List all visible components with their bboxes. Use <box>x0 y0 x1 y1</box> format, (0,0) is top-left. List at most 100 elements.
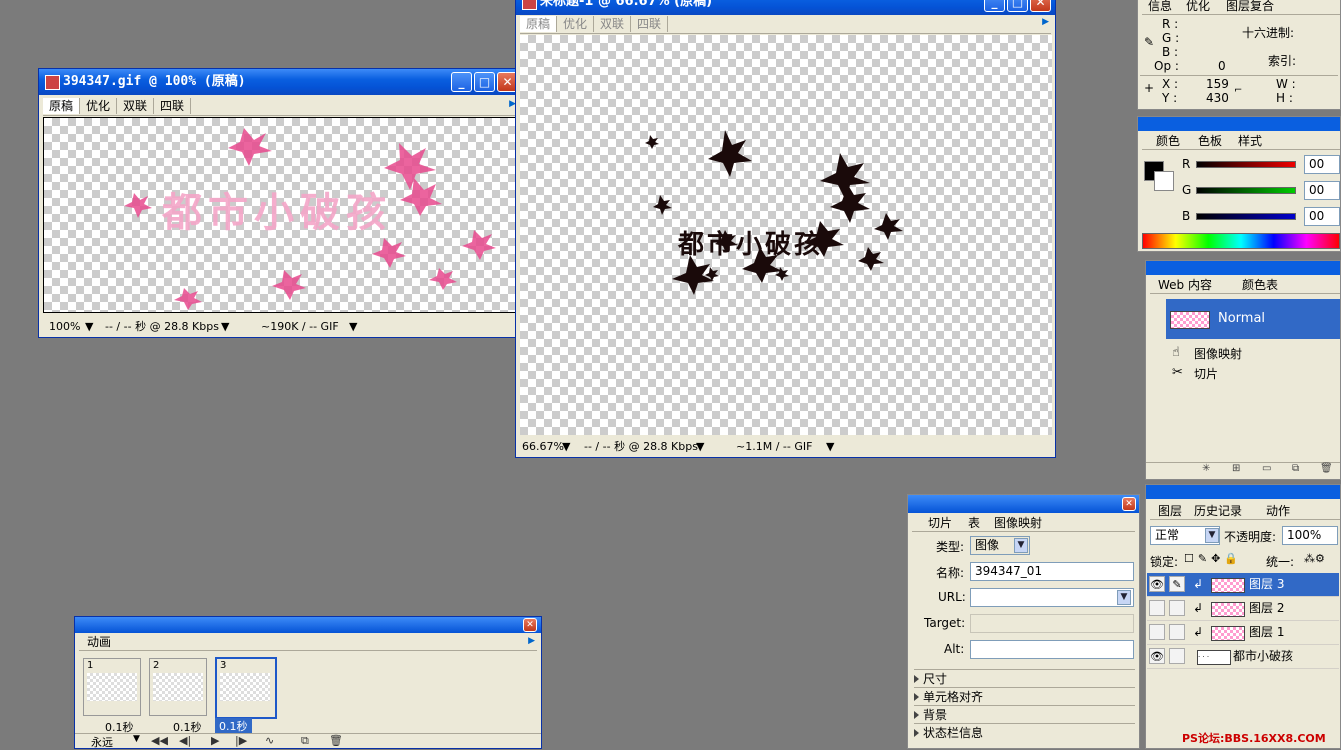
tab-4up[interactable]: 四联 <box>154 98 192 114</box>
visibility-eye-icon[interactable]: 👁 <box>1149 576 1165 592</box>
delete-frame-button[interactable]: 🗑 <box>329 734 343 747</box>
tween-button[interactable]: ∿ <box>265 734 274 747</box>
gif-zoom-value[interactable]: 100% <box>49 318 80 336</box>
new-slice-icon[interactable]: ✳ <box>1202 463 1210 474</box>
tab-4up[interactable]: 四联 <box>631 16 669 32</box>
slice-url-dropdown-icon[interactable]: ▼ <box>1117 590 1131 605</box>
panel-menu-arrow-icon[interactable]: ▶ <box>528 636 535 646</box>
opacity-input[interactable]: 100% <box>1282 526 1338 545</box>
tab-image-map[interactable]: 图像映射 <box>994 516 1042 530</box>
b-slider[interactable] <box>1196 213 1296 220</box>
tab-original[interactable]: 原稿 <box>43 98 81 114</box>
layer-link-toggle[interactable] <box>1169 624 1185 640</box>
animation-panel-close-button[interactable]: ✕ <box>523 618 537 632</box>
slice-alt-input[interactable] <box>970 640 1134 659</box>
slice-item[interactable]: 切片 <box>1194 365 1218 382</box>
prev-frame-button[interactable]: ◀| <box>179 734 191 747</box>
gif-window-titlebar[interactable]: 394347.gif @ 100% (原稿) _ □ ✕ <box>39 69 522 95</box>
tab-animation[interactable]: 动画 <box>87 635 111 649</box>
color-spectrum-bar[interactable] <box>1142 233 1340 249</box>
blend-mode-dropdown-icon[interactable]: ▼ <box>1205 528 1219 543</box>
new-frame-button[interactable]: ⧉ <box>301 734 309 748</box>
play-button[interactable]: ▶ <box>211 734 219 747</box>
visibility-toggle[interactable] <box>1149 624 1165 640</box>
tab-layer-comps[interactable]: 图层复合 <box>1226 0 1274 13</box>
layer-row[interactable]: 👁 · · · 都市小破孩 <box>1147 645 1339 669</box>
close-button[interactable]: ✕ <box>1030 0 1051 12</box>
slice-name-input[interactable]: 394347_01 <box>970 562 1134 581</box>
untitled-zoom-dropdown-icon[interactable]: ▼ <box>562 438 570 456</box>
g-slider[interactable] <box>1196 187 1296 194</box>
tab-swatches[interactable]: 色板 <box>1198 134 1222 148</box>
slice-panel-close-button[interactable]: ✕ <box>1122 497 1136 511</box>
tab-table[interactable]: 表 <box>968 516 980 530</box>
slice-url-input[interactable] <box>970 588 1134 607</box>
maximize-button[interactable]: □ <box>474 72 495 92</box>
slice-type-dropdown-icon[interactable]: ▼ <box>1014 538 1028 553</box>
trash-icon[interactable]: 🗑 <box>1320 463 1333 474</box>
folder-icon[interactable]: ▭ <box>1262 463 1271 474</box>
loop-dropdown-icon[interactable]: ▼ <box>133 734 140 744</box>
first-frame-button[interactable]: ◀◀ <box>151 734 168 747</box>
new-item-icon[interactable]: ⧉ <box>1292 463 1299 474</box>
layer-link-toggle[interactable] <box>1169 600 1185 616</box>
tab-optimized[interactable]: 优化 <box>80 98 118 114</box>
slice-section-background[interactable]: 背景 <box>914 705 1135 723</box>
visibility-eye-icon[interactable]: 👁 <box>1149 648 1165 664</box>
tab-history[interactable]: 历史记录 <box>1194 504 1242 518</box>
animation-frame[interactable]: 2 <box>149 658 207 716</box>
tab-styles[interactable]: 样式 <box>1238 134 1262 148</box>
slice-section-size[interactable]: 尺寸 <box>914 669 1135 687</box>
tab-optimize[interactable]: 优化 <box>1186 0 1210 13</box>
tab-2up[interactable]: 双联 <box>594 16 632 32</box>
layer-link-toggle[interactable] <box>1169 648 1185 664</box>
untitled-canvas[interactable]: 都市小破孩 <box>520 35 1052 435</box>
gif-time-dropdown-icon[interactable]: ▼ <box>221 318 229 336</box>
gif-document-window[interactable]: 394347.gif @ 100% (原稿) _ □ ✕ 原稿 优化 双联 四联… <box>38 68 523 338</box>
tab-layers[interactable]: 图层 <box>1158 504 1182 518</box>
minimize-button[interactable]: _ <box>984 0 1005 12</box>
tab-optimized[interactable]: 优化 <box>557 16 595 32</box>
animation-frame-selected[interactable]: 3 <box>215 657 277 719</box>
untitled-zoom-value[interactable]: 66.67% <box>522 438 564 456</box>
grid-icon[interactable]: ⊞ <box>1232 463 1240 474</box>
tab-color[interactable]: 颜色 <box>1156 134 1180 148</box>
loop-select[interactable]: 永远 <box>91 734 113 750</box>
r-slider[interactable] <box>1196 161 1296 168</box>
minimize-button[interactable]: _ <box>451 72 472 92</box>
slice-target-input[interactable] <box>970 614 1134 633</box>
visibility-toggle[interactable] <box>1149 600 1165 616</box>
r-value-field[interactable]: 00 <box>1304 155 1340 174</box>
tabs-menu-arrow-icon[interactable]: ▶ <box>1042 17 1049 27</box>
maximize-button[interactable]: □ <box>1007 0 1028 12</box>
image-map-item[interactable]: 图像映射 <box>1194 345 1242 362</box>
tab-color-table[interactable]: 颜色表 <box>1242 278 1278 292</box>
gif-zoom-dropdown-icon[interactable]: ▼ <box>85 318 93 336</box>
animation-frame[interactable]: 1 <box>83 658 141 716</box>
untitled-time-dropdown-icon[interactable]: ▼ <box>696 438 704 456</box>
slice-section-status-info[interactable]: 状态栏信息 <box>914 723 1135 741</box>
tab-web-content[interactable]: Web 内容 <box>1158 278 1212 292</box>
tab-2up[interactable]: 双联 <box>117 98 155 114</box>
tab-slice[interactable]: 切片 <box>928 516 952 530</box>
b-value-field[interactable]: 00 <box>1304 207 1340 226</box>
lock-icons[interactable]: ☐✎✥🔒 <box>1184 552 1242 565</box>
untitled-document-window[interactable]: 未标题-1 @ 66.67% (原稿) _ □ ✕ 原稿 优化 双联 四联 ▶ <box>515 0 1056 458</box>
tab-original[interactable]: 原稿 <box>520 16 558 32</box>
g-value-field[interactable]: 00 <box>1304 181 1340 200</box>
untitled-window-titlebar[interactable]: 未标题-1 @ 66.67% (原稿) _ □ ✕ <box>516 0 1055 15</box>
tab-info[interactable]: 信息 <box>1148 0 1172 13</box>
untitled-size-dropdown-icon[interactable]: ▼ <box>826 438 834 456</box>
layer-row[interactable]: ↲ 图层 2 <box>1147 597 1339 621</box>
next-frame-button[interactable]: |▶ <box>235 734 247 747</box>
unify-icons[interactable]: ⁂⚙ <box>1304 552 1325 565</box>
layer-row[interactable]: 👁 ✎ ↲ 图层 3 <box>1147 573 1339 597</box>
background-color-swatch[interactable] <box>1154 171 1174 191</box>
web-normal-row[interactable]: Normal <box>1166 299 1340 339</box>
slice-section-cell-align[interactable]: 单元格对齐 <box>914 687 1135 705</box>
gif-size-dropdown-icon[interactable]: ▼ <box>349 318 357 336</box>
gif-canvas[interactable]: 都市小破孩 <box>43 117 519 313</box>
frame-delay-selected[interactable]: 0.1秒 <box>215 718 252 734</box>
layer-row[interactable]: ↲ 图层 1 <box>1147 621 1339 645</box>
tab-actions[interactable]: 动作 <box>1266 504 1290 518</box>
